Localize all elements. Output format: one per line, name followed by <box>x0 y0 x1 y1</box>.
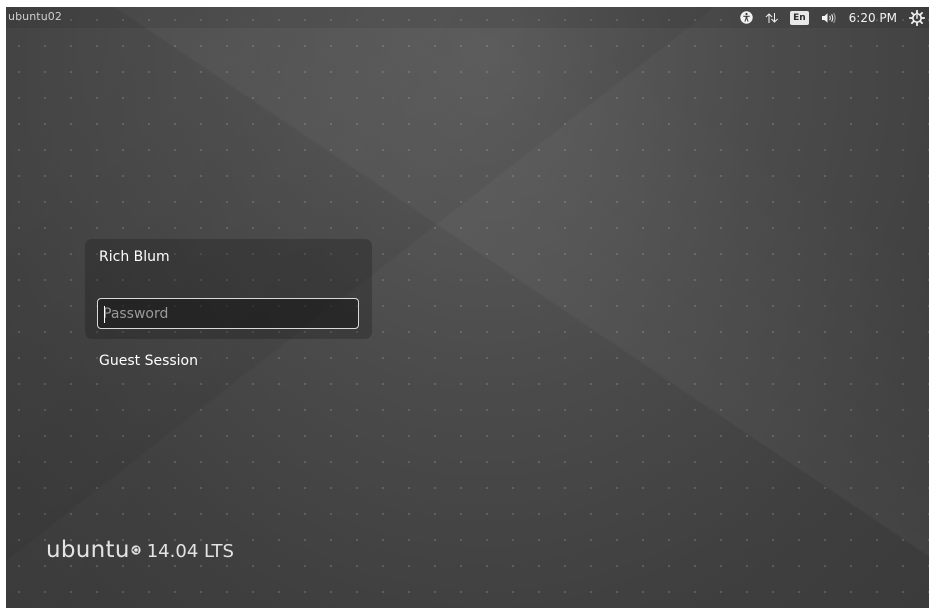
accessibility-icon <box>740 11 753 24</box>
accessibility-indicator[interactable] <box>740 7 753 28</box>
indicator-area: En 6:20 PM <box>728 7 925 28</box>
login-screen: ubuntu02 En 6:20 PM Rich Blum Guest Sess… <box>6 7 929 608</box>
guest-session-item[interactable]: Guest Session <box>99 353 198 369</box>
volume-icon <box>821 12 837 24</box>
hostname-label: ubuntu02 <box>8 10 62 23</box>
network-icon <box>765 12 779 24</box>
keyboard-layout-indicator[interactable]: En <box>790 7 809 28</box>
top-panel: ubuntu02 En 6:20 PM <box>6 7 929 28</box>
user-name-label[interactable]: Rich Blum <box>99 249 170 265</box>
circle-of-friends-icon <box>131 540 141 559</box>
ubuntu-wordmark: ubuntu <box>46 537 130 563</box>
password-field[interactable] <box>97 298 359 329</box>
network-indicator[interactable] <box>765 7 779 28</box>
version-label: 14.04 LTS <box>146 541 234 562</box>
login-box: Rich Blum <box>85 239 372 339</box>
gear-power-icon <box>909 9 925 26</box>
ubuntu-branding: ubuntu 14.04 LTS <box>46 537 234 563</box>
volume-indicator[interactable] <box>821 7 837 28</box>
clock-label: 6:20 PM <box>848 10 897 25</box>
clock-indicator[interactable]: 6:20 PM <box>849 7 897 28</box>
keyboard-layout-icon: En <box>790 10 809 25</box>
text-caret <box>104 306 105 323</box>
session-menu-button[interactable] <box>909 7 925 28</box>
